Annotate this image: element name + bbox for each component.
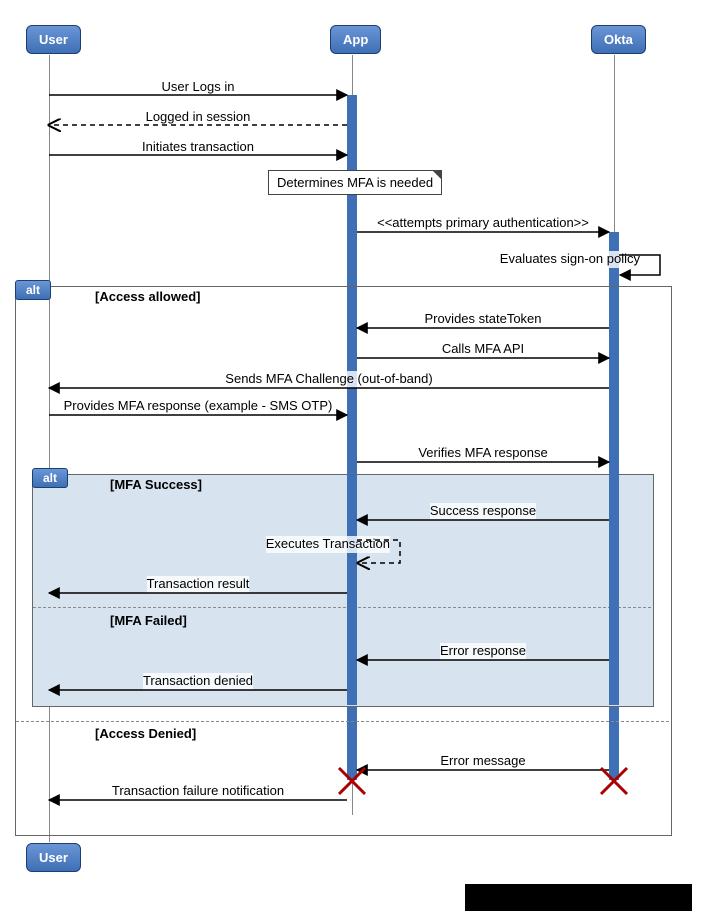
msg-mfa-response: Provides MFA response (example - SMS OTP…: [49, 398, 347, 415]
msg-eval-policy: Evaluates sign-on policy: [440, 251, 640, 268]
outer-alt-tag: alt: [15, 280, 51, 300]
msg-executes-txn: Executes Transaction: [210, 536, 390, 553]
msg-logged-in-session: Logged in session: [49, 109, 347, 126]
msg-txn-fail-notif: Transaction failure notification: [49, 783, 347, 800]
msg-calls-mfa-api: Calls MFA API: [357, 341, 609, 358]
redacted-footer: [465, 884, 692, 911]
outer-guard-1: [Access allowed]: [95, 289, 201, 304]
inner-guard-1: [MFA Success]: [110, 477, 202, 492]
msg-success-response: Success response: [357, 503, 609, 520]
msg-user-logs-in: User Logs in: [49, 79, 347, 96]
msg-txn-result: Transaction result: [49, 576, 347, 593]
actor-app-top: App: [330, 25, 381, 54]
outer-divider: [16, 721, 669, 722]
actor-user-bottom: User: [26, 843, 81, 872]
msg-txn-denied: Transaction denied: [49, 673, 347, 690]
activation-okta-overlay: [609, 474, 619, 705]
msg-state-token: Provides stateToken: [357, 311, 609, 328]
outer-guard-2: [Access Denied]: [95, 726, 196, 741]
msg-primary-authn: <<attempts primary authentication>>: [357, 215, 609, 232]
msg-sends-mfa-challenge: Sends MFA Challenge (out-of-band): [49, 371, 609, 388]
msg-initiates-txn: Initiates transaction: [49, 139, 347, 156]
actor-user-top: User: [26, 25, 81, 54]
inner-guard-2: [MFA Failed]: [110, 613, 187, 628]
activation-app-overlay: [347, 474, 357, 705]
inner-divider: [33, 607, 651, 608]
msg-verify-mfa: Verifies MFA response: [357, 445, 609, 462]
sequence-diagram: alt [Access allowed] [Access Denied] alt…: [0, 0, 704, 919]
msg-error-message: Error message: [357, 753, 609, 770]
inner-alt-tag: alt: [32, 468, 68, 488]
note-mfa-needed: Determines MFA is needed: [268, 170, 442, 195]
actor-okta-top: Okta: [591, 25, 646, 54]
msg-error-response: Error response: [357, 643, 609, 660]
